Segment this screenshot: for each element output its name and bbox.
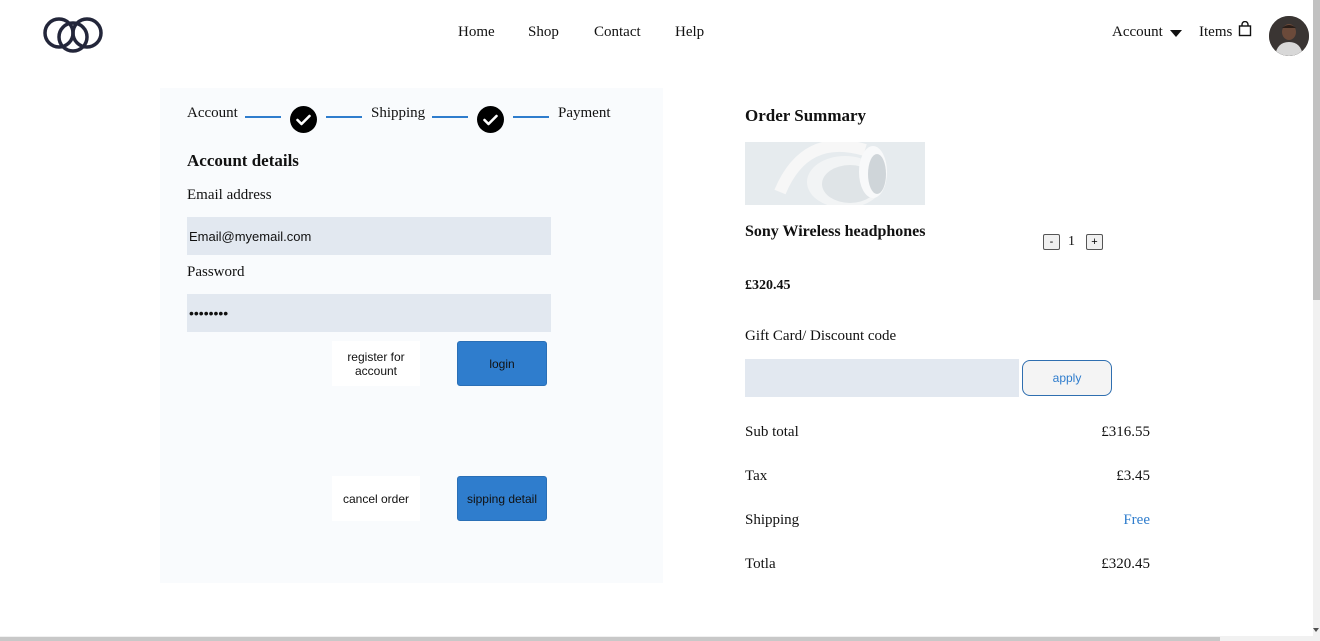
decrease-quantity-button[interactable]: - bbox=[1043, 234, 1060, 250]
email-label: Email address bbox=[187, 187, 272, 203]
apply-discount-button[interactable]: apply bbox=[1022, 360, 1112, 396]
step-connector bbox=[326, 116, 362, 118]
discount-code-input[interactable] bbox=[745, 359, 1019, 397]
horizontal-scrollbar[interactable] bbox=[0, 636, 1313, 641]
checkout-panel: Account Shipping Payment Account details… bbox=[160, 88, 663, 583]
user-avatar[interactable] bbox=[1269, 16, 1309, 56]
shipping-label: Shipping bbox=[745, 512, 800, 528]
nav-contact[interactable]: Contact bbox=[594, 24, 641, 41]
step-connector bbox=[245, 116, 281, 118]
scroll-down-arrow-icon[interactable] bbox=[1313, 628, 1319, 632]
subtotal-label: Sub total bbox=[745, 424, 799, 440]
password-field[interactable] bbox=[187, 294, 551, 332]
step-connector bbox=[513, 116, 549, 118]
product-name: Sony Wireless headphones bbox=[745, 223, 926, 240]
cart-items-link[interactable]: Items bbox=[1199, 21, 1252, 41]
items-label: Items bbox=[1199, 24, 1233, 40]
register-button[interactable]: register for account bbox=[332, 341, 420, 386]
login-button[interactable]: login bbox=[457, 341, 547, 386]
increase-quantity-button[interactable]: + bbox=[1086, 234, 1103, 250]
order-summary-title: Order Summary bbox=[745, 106, 867, 125]
order-summary: Order Summary Sony Wireless headphones -… bbox=[745, 0, 1155, 600]
check-icon bbox=[290, 106, 317, 133]
step-shipping: Shipping bbox=[371, 105, 426, 121]
quantity-value: 1 bbox=[1068, 234, 1075, 249]
product-image bbox=[745, 142, 925, 205]
nav-help[interactable]: Help bbox=[675, 24, 704, 41]
headphones-icon bbox=[745, 142, 925, 205]
tax-label: Tax bbox=[745, 468, 768, 484]
horizontal-scroll-thumb[interactable] bbox=[0, 637, 1220, 641]
tax-value: £3.45 bbox=[1116, 468, 1150, 484]
shipping-value: Free bbox=[1123, 512, 1150, 528]
account-details-title: Account details bbox=[187, 151, 299, 170]
total-label: Totla bbox=[745, 556, 776, 572]
total-value: £320.45 bbox=[1101, 556, 1150, 572]
step-connector bbox=[432, 116, 468, 118]
check-icon bbox=[477, 106, 504, 133]
step-payment: Payment bbox=[558, 105, 611, 121]
email-field[interactable] bbox=[187, 217, 551, 255]
discount-label: Gift Card/ Discount code bbox=[745, 328, 897, 344]
caret-down-icon bbox=[1169, 30, 1182, 37]
cancel-order-button[interactable]: cancel order bbox=[332, 476, 420, 521]
step-account: Account bbox=[187, 105, 238, 121]
subtotal-value: £316.55 bbox=[1101, 424, 1150, 440]
product-price: £320.45 bbox=[745, 278, 791, 293]
vertical-scrollbar[interactable] bbox=[1313, 0, 1320, 641]
shopping-bag-icon bbox=[1239, 21, 1252, 37]
password-label: Password bbox=[187, 264, 245, 280]
shipping-detail-button[interactable]: sipping detail bbox=[457, 476, 547, 521]
user-photo-icon bbox=[1269, 16, 1309, 56]
nav-home[interactable]: Home bbox=[458, 24, 495, 41]
vertical-scroll-thumb[interactable] bbox=[1313, 0, 1320, 300]
nav-shop[interactable]: Shop bbox=[528, 24, 559, 41]
